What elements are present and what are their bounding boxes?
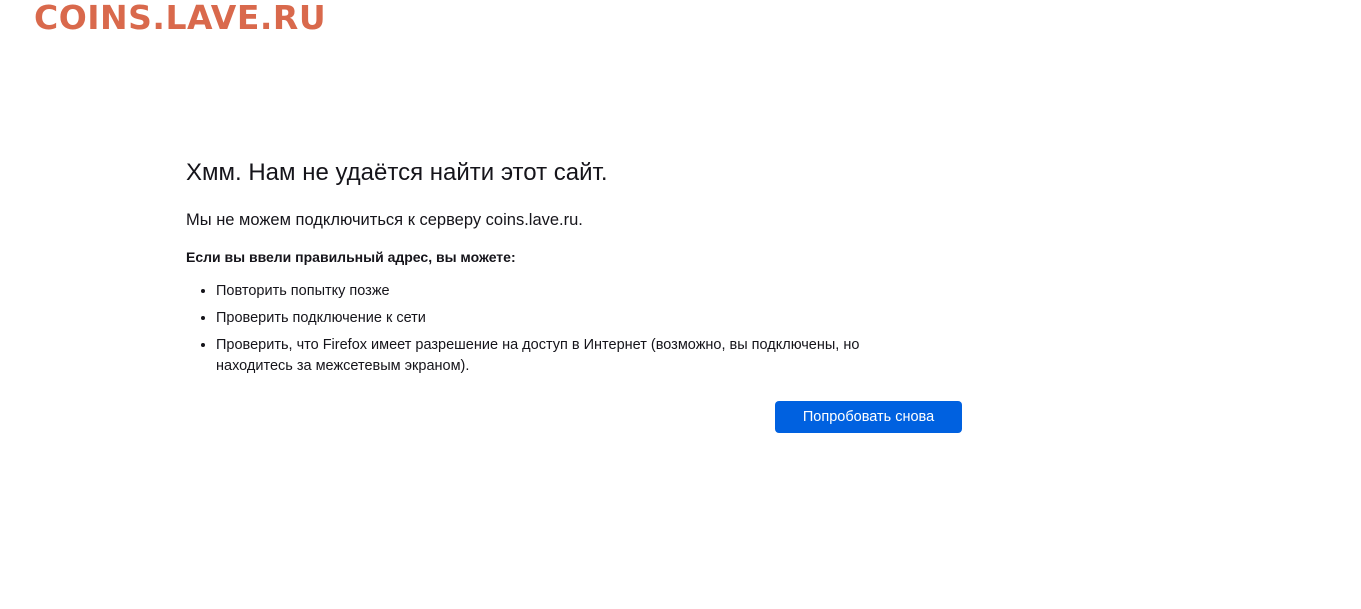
error-title: Хмм. Нам не удаётся найти этот сайт. bbox=[186, 159, 608, 186]
suggestion-item-check-firewall: Проверить, что Firefox имеет разрешение … bbox=[216, 335, 916, 377]
error-page: COINS.LAVE.RU Хмм. Нам не удаётся найти … bbox=[0, 0, 1361, 609]
retry-button[interactable]: Попробовать снова bbox=[775, 401, 962, 433]
suggestion-item-retry-later: Повторить попытку позже bbox=[216, 281, 916, 302]
watermark-logo: COINS.LAVE.RU bbox=[34, 0, 327, 37]
suggestion-item-check-connection: Проверить подключение к сети bbox=[216, 308, 916, 329]
suggestion-list: Повторить попытку позже Проверить подклю… bbox=[186, 281, 916, 377]
hint-heading: Если вы ввели правильный адрес, вы может… bbox=[186, 249, 516, 265]
error-subtitle: Мы не можем подключиться к серверу coins… bbox=[186, 211, 583, 229]
actions-bar: Попробовать снова bbox=[186, 401, 962, 441]
error-content: Хмм. Нам не удаётся найти этот сайт. Мы … bbox=[186, 156, 962, 441]
